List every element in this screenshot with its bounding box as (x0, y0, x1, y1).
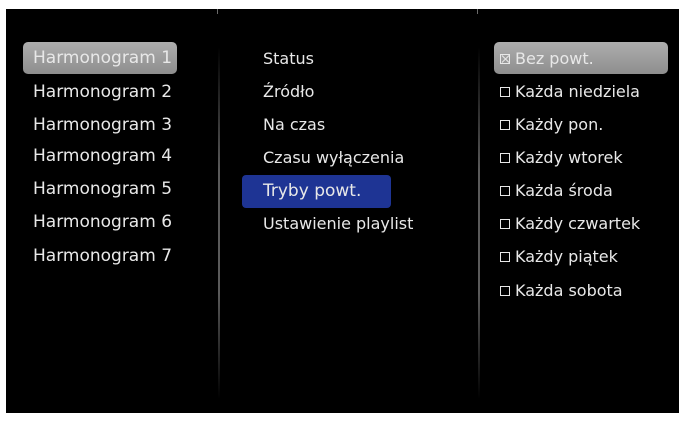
repeat-option-wednesday[interactable]: Każda środa (500, 181, 613, 201)
repeat-option-monday[interactable]: Każdy pon. (500, 115, 603, 135)
repeat-option-tuesday[interactable]: Każdy wtorek (500, 148, 623, 168)
settings-item-off-time[interactable]: Czasu wyłączenia (263, 148, 404, 168)
schedule-item-4[interactable]: Harmonogram 4 (33, 146, 172, 166)
schedule-item-5[interactable]: Harmonogram 5 (33, 179, 172, 199)
settings-item-repeat-mode[interactable]: Tryby powt. (263, 181, 361, 201)
repeat-option-label: Każdy pon. (515, 115, 604, 134)
repeat-option-label: Każda niedziela (515, 82, 640, 101)
settings-item-on-time[interactable]: Na czas (263, 115, 325, 135)
repeat-option-friday[interactable]: Każdy piątek (500, 247, 618, 267)
repeat-option-thursday[interactable]: Każdy czwartek (500, 214, 640, 234)
checkbox-icon (500, 252, 510, 262)
repeat-option-label: Bez powt. (515, 49, 594, 68)
checkbox-icon (500, 87, 510, 97)
repeat-option-none[interactable]: Bez powt. (500, 49, 594, 69)
repeat-option-label: Każda środa (515, 181, 613, 200)
top-tick-mark (217, 9, 218, 14)
checkbox-icon (500, 186, 510, 196)
top-tick-mark (477, 9, 478, 14)
settings-item-playlist[interactable]: Ustawienie playlist (263, 214, 413, 234)
repeat-option-label: Każdy piątek (515, 247, 618, 266)
checkbox-icon (500, 219, 510, 229)
repeat-option-saturday[interactable]: Każda sobota (500, 281, 623, 301)
schedule-item-6[interactable]: Harmonogram 6 (33, 212, 172, 232)
schedule-item-1[interactable]: Harmonogram 1 (33, 48, 172, 68)
schedule-item-2[interactable]: Harmonogram 2 (33, 82, 172, 102)
repeat-option-label: Każdy czwartek (515, 214, 641, 233)
repeat-option-label: Każda sobota (515, 281, 623, 300)
repeat-option-sunday[interactable]: Każda niedziela (500, 82, 640, 102)
column-divider (218, 47, 220, 399)
checkbox-icon (500, 120, 510, 130)
checkbox-checked-icon (500, 54, 510, 64)
settings-item-status[interactable]: Status (263, 49, 314, 69)
osd-screen: Harmonogram 1 Harmonogram 2 Harmonogram … (6, 9, 679, 413)
column-divider (478, 47, 480, 399)
checkbox-icon (500, 153, 510, 163)
schedule-item-7[interactable]: Harmonogram 7 (33, 246, 172, 266)
repeat-option-label: Każdy wtorek (515, 148, 623, 167)
checkbox-icon (500, 286, 510, 296)
schedule-item-3[interactable]: Harmonogram 3 (33, 115, 172, 135)
settings-item-source[interactable]: Źródło (263, 82, 314, 102)
